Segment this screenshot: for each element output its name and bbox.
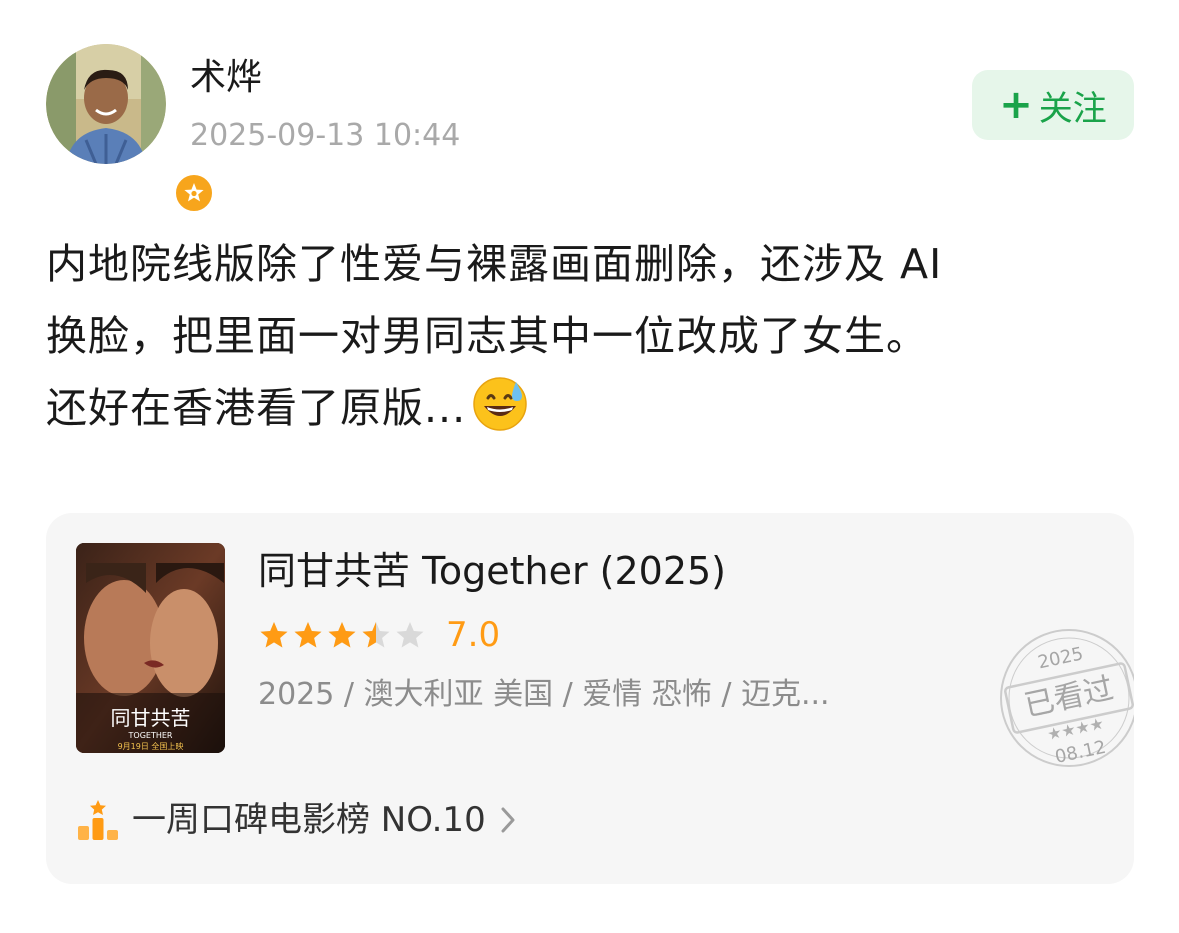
- movie-meta: 2025 / 澳大利亚 美国 / 爱情 恐怖 / 迈克...: [258, 677, 830, 712]
- movie-title[interactable]: 同甘共苦 Together (2025): [258, 547, 726, 595]
- star-icon: [396, 622, 424, 648]
- chevron-right-icon: [500, 806, 516, 834]
- poster-subtitle: TOGETHER: [128, 731, 173, 740]
- ranking-podium-icon: [78, 800, 118, 840]
- star-icon: [328, 622, 356, 648]
- rating-stars: [258, 620, 428, 650]
- follow-button[interactable]: + 关注: [972, 70, 1134, 140]
- ranking-link[interactable]: 一周口碑电影榜 NO.10: [76, 797, 516, 843]
- plus-icon: +: [999, 82, 1033, 128]
- verified-badge-icon: [173, 172, 215, 214]
- post-body: 内地院线版除了性爱与裸露画面删除，还涉及 AI 换脸，把里面一对男同志其中一位改…: [46, 228, 1136, 444]
- post-timestamp: 2025-09-13 10:44: [190, 118, 461, 153]
- star-icon: [294, 622, 322, 648]
- poster-title: 同甘共苦: [111, 706, 191, 730]
- poster-date: 9月19日 全国上映: [118, 741, 184, 751]
- movie-poster[interactable]: 同甘共苦 TOGETHER 9月19日 全国上映: [76, 543, 225, 753]
- follow-button-label: 关注: [1038, 88, 1107, 129]
- rating-row: 7.0: [258, 613, 500, 657]
- movie-card[interactable]: 同甘共苦 TOGETHER 9月19日 全国上映 同甘共苦 Together (…: [46, 513, 1134, 884]
- star-icon: [260, 622, 288, 648]
- star-icon: [362, 622, 390, 648]
- avatar[interactable]: [46, 44, 215, 214]
- grinning-sweat-emoji-icon: [473, 377, 527, 431]
- avatar-image: [46, 44, 166, 164]
- post-line: 内地院线版除了性爱与裸露画面删除，还涉及 AI: [46, 240, 943, 288]
- ranking-label: 一周口碑电影榜 NO.10: [132, 800, 486, 840]
- stamp-year: 2025: [1036, 643, 1085, 673]
- post-line: 还好在香港看了原版...: [46, 384, 467, 432]
- post-line-with-emoji: 还好在香港看了原版...: [46, 372, 1136, 444]
- post-line: 换脸，把里面一对男同志其中一位改成了女生。: [46, 312, 928, 360]
- username[interactable]: 术烨: [190, 56, 262, 100]
- watched-stamp: 2025 已看过 08.12 ★★★★: [1000, 629, 1134, 768]
- stamp-label: 已看过: [1021, 671, 1116, 724]
- rating-value: 7.0: [446, 615, 501, 655]
